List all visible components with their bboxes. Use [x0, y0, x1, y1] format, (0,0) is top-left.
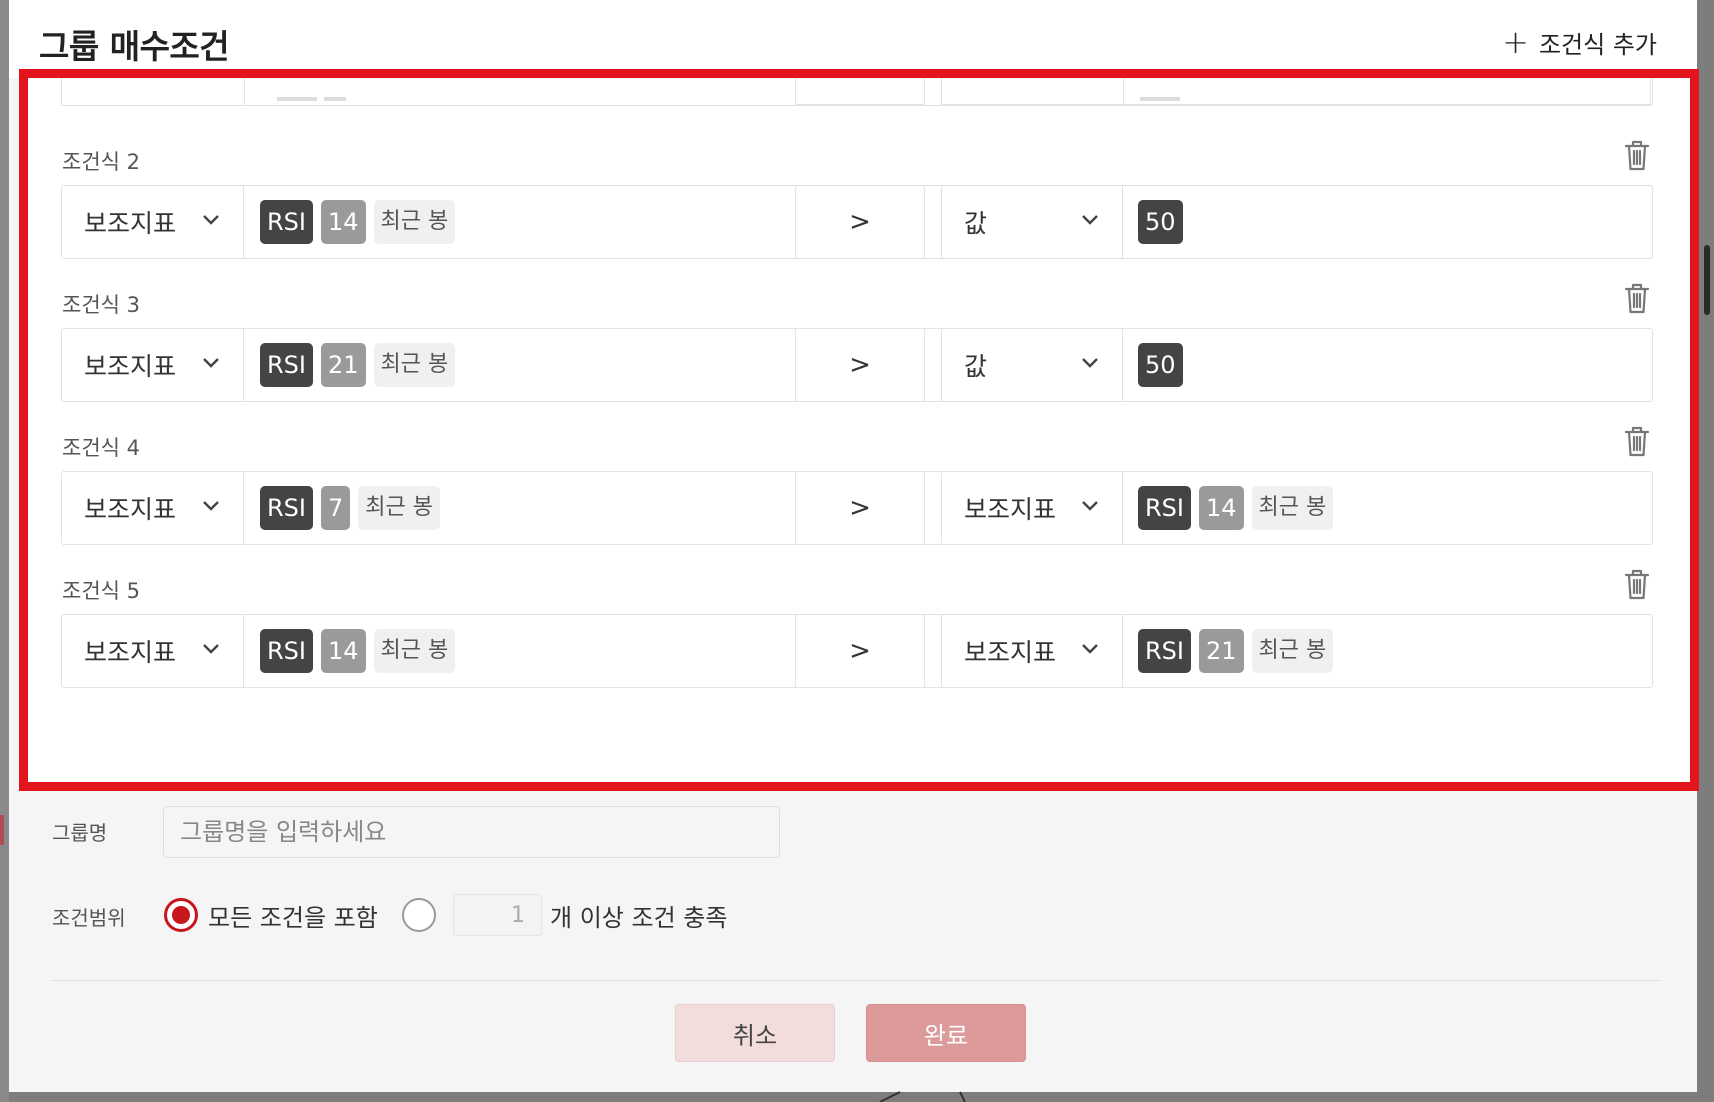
chevron-down-icon — [203, 501, 219, 511]
left-type-select[interactable]: 보조지표 — [62, 472, 244, 544]
left-type-value: 보조지표 — [84, 352, 177, 381]
scope-label: 조건범위 — [52, 906, 126, 930]
indicator-chip: RSI — [1138, 486, 1191, 530]
period-chip: 14 — [321, 629, 366, 673]
trash-icon[interactable] — [1622, 567, 1652, 601]
condition-row: 보조지표 RSI 14 최근 봉 > 보조지표 RSI 21 최근 봉 — [61, 614, 1653, 688]
operator-select[interactable]: > — [795, 471, 925, 545]
condition-row: 보조지표 RSI 21 최근 봉 > 값 50 — [61, 328, 1653, 402]
left-indicator-field[interactable]: RSI 14 최근 봉 — [245, 186, 779, 258]
chevron-down-icon — [1082, 215, 1098, 225]
chevron-down-icon — [203, 644, 219, 654]
chevron-down-icon — [1082, 358, 1098, 368]
background-fragment — [879, 1091, 966, 1102]
left-type-value: 보조지표 — [84, 638, 177, 667]
scope-all-radio[interactable] — [164, 898, 198, 932]
condition-label: 조건식 5 — [62, 579, 140, 603]
modal-title: 그룹 매수조건 — [39, 27, 230, 66]
chevron-down-icon — [203, 358, 219, 368]
scope-count-input[interactable] — [453, 894, 542, 936]
right-indicator-field[interactable]: RSI 14 최근 봉 — [1124, 472, 1652, 544]
scrollbar-thumb[interactable] — [1704, 245, 1710, 315]
operator-select[interactable]: > — [795, 328, 925, 402]
right-type-select[interactable]: 값 — [942, 186, 1123, 258]
right-type-value: 값 — [964, 209, 988, 238]
bar-chip: 최근 봉 — [373, 343, 456, 387]
chevron-down-icon — [1082, 644, 1098, 654]
period-chip: 21 — [1199, 629, 1244, 673]
condition-row: 보조지표 RSI 14 최근 봉 > 값 50 — [61, 185, 1653, 259]
bar-chip: 최근 봉 — [373, 200, 456, 244]
conditions-panel: 조건식 2 보조지표 RSI 14 최근 봉 > 값 50 조건식 3 보조지표… — [19, 69, 1699, 791]
indicator-chip: RSI — [260, 200, 313, 244]
indicator-chip: RSI — [260, 343, 313, 387]
period-chip: 21 — [321, 343, 366, 387]
right-type-select[interactable]: 보조지표 — [942, 615, 1123, 687]
bar-chip: 최근 봉 — [1251, 629, 1334, 673]
condition-label: 조건식 3 — [62, 293, 140, 317]
left-type-select[interactable]: 보조지표 — [62, 186, 244, 258]
chevron-down-icon — [203, 215, 219, 225]
trash-icon[interactable] — [1622, 281, 1652, 315]
right-value-field[interactable]: 50 — [1124, 186, 1652, 258]
indicator-chip: RSI — [260, 486, 313, 530]
period-chip: 14 — [321, 200, 366, 244]
add-condition-label: 조건식 추가 — [1538, 30, 1657, 59]
conditions-list: 조건식 2 보조지표 RSI 14 최근 봉 > 값 50 조건식 3 보조지표… — [28, 78, 1690, 782]
scope-all-label: 모든 조건을 포함 — [208, 904, 378, 932]
operator-select[interactable]: > — [795, 185, 925, 259]
right-type-select[interactable]: 값 — [942, 329, 1123, 401]
condition-row: 보조지표 RSI 7 최근 봉 > 보조지표 RSI 14 최근 봉 — [61, 471, 1653, 545]
right-type-value: 보조지표 — [964, 638, 1057, 667]
plus-icon: + — [1502, 23, 1529, 61]
period-chip: 14 — [1199, 486, 1244, 530]
bar-chip: 최근 봉 — [1251, 486, 1334, 530]
value-chip: 50 — [1138, 200, 1183, 244]
complete-button[interactable]: 완료 — [866, 1004, 1026, 1062]
left-type-value: 보조지표 — [84, 495, 177, 524]
right-type-value: 값 — [964, 352, 988, 381]
bar-chip: 최근 봉 — [373, 629, 456, 673]
left-indicator-field[interactable]: RSI 14 최근 봉 — [245, 615, 779, 687]
right-operand: 보조지표 RSI 14 최근 봉 — [941, 471, 1653, 545]
right-type-select[interactable]: 보조지표 — [942, 472, 1123, 544]
cancel-button[interactable]: 취소 — [675, 1004, 835, 1062]
right-operand: 값 50 — [941, 328, 1653, 402]
right-value-field[interactable]: 50 — [1124, 329, 1652, 401]
background-fragment — [0, 815, 4, 845]
scope-count-radio[interactable] — [402, 898, 436, 932]
condition-label: 조건식 2 — [62, 150, 140, 174]
group-buy-condition-modal: 그룹 매수조건 + 조건식 추가 조건식 2 보조지표 RSI 14 최근 봉 … — [9, 0, 1699, 1092]
group-name-input[interactable] — [163, 806, 780, 858]
value-chip: 50 — [1138, 343, 1183, 387]
bar-chip: 최근 봉 — [358, 486, 440, 530]
indicator-chip: RSI — [260, 629, 313, 673]
chevron-down-icon — [1082, 501, 1098, 511]
scope-count-label: 개 이상 조건 충족 — [550, 904, 728, 932]
trash-icon[interactable] — [1622, 424, 1652, 458]
group-name-label: 그룹명 — [52, 821, 108, 845]
left-type-select[interactable]: 보조지표 — [62, 615, 244, 687]
left-indicator-field[interactable]: RSI 7 최근 봉 — [245, 472, 779, 544]
left-type-value: 보조지표 — [84, 209, 177, 238]
left-indicator-field[interactable]: RSI 21 최근 봉 — [245, 329, 779, 401]
add-condition-button[interactable]: + 조건식 추가 — [1502, 22, 1657, 62]
left-type-select[interactable]: 보조지표 — [62, 329, 244, 401]
operator-select[interactable]: > — [795, 614, 925, 688]
divider — [51, 980, 1661, 981]
page-background — [0, 0, 9, 1102]
indicator-chip: RSI — [1138, 629, 1191, 673]
right-indicator-field[interactable]: RSI 21 최근 봉 — [1124, 615, 1652, 687]
period-chip: 7 — [321, 486, 351, 530]
condition-label: 조건식 4 — [62, 436, 140, 460]
right-operand: 값 50 — [941, 185, 1653, 259]
right-type-value: 보조지표 — [964, 495, 1057, 524]
right-operand: 보조지표 RSI 21 최근 봉 — [941, 614, 1653, 688]
trash-icon[interactable] — [1622, 138, 1652, 172]
condition-row-partial — [61, 78, 1653, 106]
modal-header: 그룹 매수조건 + 조건식 추가 — [9, 0, 1697, 78]
